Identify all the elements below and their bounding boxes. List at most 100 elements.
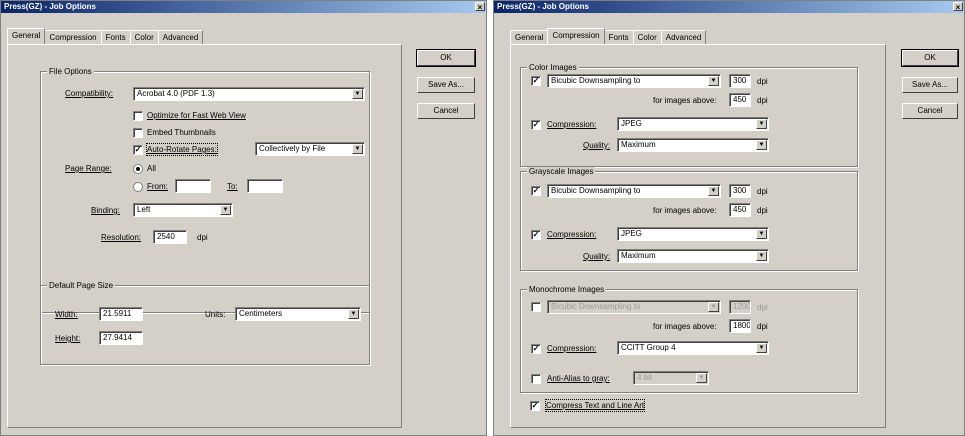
tab-advanced[interactable]: Advanced [157,30,204,44]
compatibility-select[interactable]: Acrobat 4.0 (PDF 1.3) ▼ [133,87,365,101]
embed-thumbnails-checkbox[interactable] [133,128,143,138]
tab-panel: File Options Compatibility: Acrobat 4.0 … [7,44,402,428]
color-quality-value: Maximum [621,140,656,149]
gray-downsample-checkbox[interactable]: ✓ [531,186,541,196]
mono-dpi-input[interactable]: 1200 [729,300,751,314]
chevron-down-icon[interactable]: ▼ [696,373,707,383]
tab-fonts[interactable]: Fonts [100,30,131,44]
antialias-label: Anti-Alias to gray: [547,374,610,383]
chevron-down-icon[interactable]: ▼ [708,186,719,196]
ok-button[interactable]: OK [901,49,959,67]
height-input[interactable]: 27.9414 [99,331,143,345]
color-downsample-select[interactable]: Bicubic Downsampling to ▼ [547,74,721,88]
gray-dpi-input[interactable]: 300 [729,184,751,198]
chevron-down-icon[interactable]: ▼ [708,76,719,86]
color-above-input[interactable]: 450 [729,93,751,107]
file-options-group: File Options Compatibility: Acrobat 4.0 … [40,67,370,313]
auto-rotate-select[interactable]: Collectively by File ▼ [255,142,365,156]
mono-downsample-select[interactable]: Bicubic Downsampling to ▼ [547,300,721,314]
monochrome-images-group: Monochrome Images Bicubic Downsampling t… [520,285,858,393]
chevron-down-icon[interactable]: ▼ [220,205,231,215]
cancel-button[interactable]: Cancel [902,103,958,119]
gray-dpi-unit: dpi [757,187,768,196]
tab-general[interactable]: General [7,28,46,44]
chevron-down-icon[interactable]: ▼ [756,251,767,261]
chevron-down-icon[interactable]: ▼ [756,229,767,239]
mono-above-label: for images above: [653,322,717,331]
page-size-group: Default Page Size Width: 21.5911 Units: … [40,281,370,365]
group-title: Grayscale Images [527,167,596,177]
chevron-down-icon[interactable]: ▼ [756,119,767,129]
all-label: All [147,164,156,173]
close-icon[interactable]: × [953,2,963,12]
color-above-label: for images above: [653,96,717,105]
color-dpi-input[interactable]: 300 [729,74,751,88]
gray-downsample-select[interactable]: Bicubic Downsampling to ▼ [547,184,721,198]
chevron-down-icon[interactable]: ▼ [352,144,363,154]
gray-compression-select[interactable]: JPEG ▼ [617,227,769,241]
window-title: Press(GZ) - Job Options [497,2,590,11]
chevron-down-icon[interactable]: ▼ [708,302,719,312]
binding-select[interactable]: Left ▼ [133,203,233,217]
width-input[interactable]: 21.5911 [99,307,143,321]
cancel-button[interactable]: Cancel [417,103,475,119]
gray-above-input[interactable]: 450 [729,203,751,217]
units-select[interactable]: Centimeters ▼ [235,307,361,321]
save-as-button[interactable]: Save As... [902,77,958,93]
color-compression-checkbox[interactable]: ✓ [531,120,541,130]
tab-advanced[interactable]: Advanced [660,30,707,44]
mono-downsample-checkbox[interactable] [531,302,541,312]
color-dpi-unit: dpi [757,77,768,86]
binding-label: Binding: [91,206,120,215]
auto-rotate-label: Auto-Rotate Pages: [146,143,218,156]
color-downsample-value: Bicubic Downsampling to [551,76,641,85]
color-quality-select[interactable]: Maximum ▼ [617,138,769,152]
antialias-checkbox[interactable] [531,374,541,384]
gray-compression-label: Compression: [547,230,597,239]
tab-color[interactable]: Color [129,30,159,44]
job-options-window-compression: Press(GZ) - Job Options × General Compres… [493,0,965,436]
antialias-select[interactable]: 4 bit ▼ [633,371,709,385]
to-input[interactable] [247,179,283,193]
group-title: File Options [47,67,94,77]
compress-text-checkbox[interactable]: ✓ [530,401,540,411]
ok-button[interactable]: OK [416,49,476,67]
color-compression-select[interactable]: JPEG ▼ [617,117,769,131]
from-input[interactable] [175,179,211,193]
from-radio[interactable] [133,182,143,192]
mono-compression-select[interactable]: CCITT Group 4 ▼ [617,341,769,355]
chevron-down-icon[interactable]: ▼ [756,140,767,150]
optimize-checkbox[interactable] [133,111,143,121]
gray-quality-select[interactable]: Maximum ▼ [617,249,769,263]
save-as-button[interactable]: Save As... [417,77,475,93]
chevron-down-icon[interactable]: ▼ [348,309,359,319]
page-range-label: Page Range: [65,164,112,173]
embed-thumbnails-label: Embed Thumbnails [147,128,216,137]
color-above-unit: dpi [757,96,768,105]
tab-compression[interactable]: Compression [44,30,102,44]
color-compression-value: JPEG [621,119,642,128]
tab-general[interactable]: General [510,30,549,44]
chevron-down-icon[interactable]: ▼ [756,343,767,353]
gray-quality-value: Maximum [621,251,656,260]
tab-compression[interactable]: Compression [547,28,605,44]
tab-fonts[interactable]: Fonts [603,30,634,44]
mono-compression-checkbox[interactable]: ✓ [531,344,541,354]
mono-above-unit: dpi [757,322,768,331]
mono-above-input[interactable]: 1800 [729,319,751,333]
auto-rotate-checkbox[interactable]: ✓ [133,145,143,155]
tab-color[interactable]: Color [632,30,662,44]
group-title: Monochrome Images [527,285,607,295]
color-downsample-checkbox[interactable]: ✓ [531,76,541,86]
all-radio[interactable] [133,164,143,174]
grayscale-images-group: Grayscale Images ✓ Bicubic Downsampling … [520,167,858,271]
gray-compression-checkbox[interactable]: ✓ [531,230,541,240]
optimize-label: Optimize for Fast Web View [147,111,246,120]
resolution-input[interactable]: 2540 [153,230,187,244]
auto-rotate-value: Collectively by File [259,144,326,153]
mono-downsample-value: Bicubic Downsampling to [551,302,641,311]
close-icon[interactable]: × [475,2,485,12]
title-bar: Press(GZ) - Job Options × [494,1,964,13]
chevron-down-icon[interactable]: ▼ [352,89,363,99]
resolution-label: Resolution: [101,233,142,242]
